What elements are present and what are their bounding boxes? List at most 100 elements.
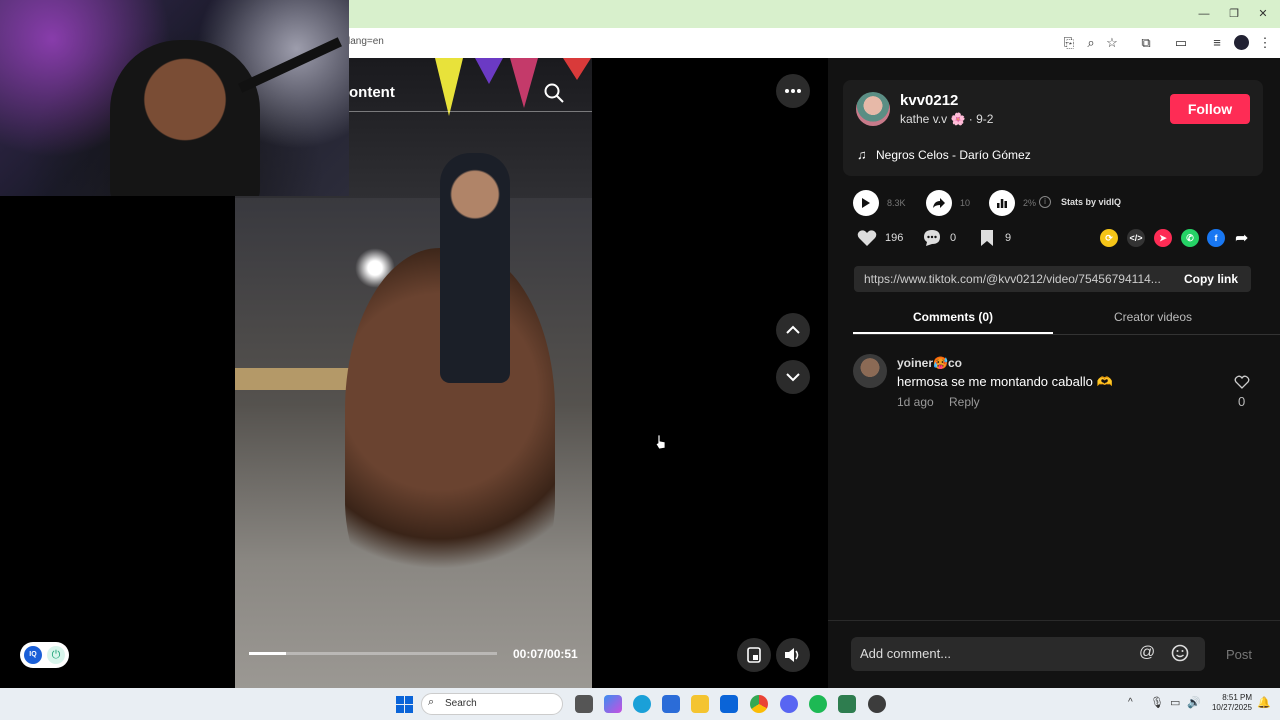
show-hidden-icons-chevron-icon[interactable]: ^	[1128, 697, 1133, 708]
taskbar-search-box[interactable]	[421, 693, 563, 715]
shares-stat	[926, 190, 952, 216]
spotify-icon[interactable]	[809, 695, 827, 713]
tab-comments[interactable]: Comments (0)	[853, 310, 1053, 324]
network-tray-icon[interactable]: ▭	[1170, 696, 1180, 709]
zoom-icon[interactable]: ⌕	[1082, 34, 1100, 52]
more-share-arrow-icon[interactable]: ➦	[1235, 228, 1248, 248]
bookmark-icon	[981, 230, 993, 246]
comment-like-heart-icon[interactable]	[1234, 374, 1250, 390]
windows-start-icon[interactable]	[396, 696, 413, 713]
vidiq-logo-icon: IQ	[24, 646, 42, 664]
search-bar-text[interactable]: ontent	[349, 84, 395, 101]
chrome-icon[interactable]	[750, 695, 768, 713]
notification-bell-icon[interactable]: 🔔	[1257, 696, 1271, 709]
bookmark-star-icon[interactable]: ☆	[1103, 34, 1121, 52]
vidiq-toggle[interactable]: IQ ⏻	[20, 642, 69, 668]
like-count: 196	[885, 232, 904, 244]
emoji-icon[interactable]	[1171, 644, 1189, 662]
clock-time: 8:51 PM	[1222, 693, 1252, 702]
views-count: 8.3K	[887, 198, 906, 208]
file-explorer-icon[interactable]	[691, 695, 709, 713]
comment-avatar[interactable]	[853, 354, 887, 388]
facebook-icon[interactable]: f	[1207, 229, 1225, 247]
share-arrow-icon	[933, 198, 945, 208]
engagement-value: 2%	[1023, 198, 1037, 208]
embed-code-icon[interactable]: </>	[1127, 229, 1145, 247]
author-username[interactable]: kvv0212	[900, 92, 958, 109]
next-video-button[interactable]	[776, 360, 810, 394]
mention-at-icon[interactable]: @	[1139, 644, 1155, 662]
whatsapp-icon[interactable]: ✆	[1181, 229, 1199, 247]
copilot-icon[interactable]	[604, 695, 622, 713]
mini-player-icon	[747, 647, 761, 663]
obs-icon[interactable]	[868, 695, 886, 713]
author-nickname: kathe v.v 🌸 · 9-2	[900, 112, 994, 126]
task-view-icon[interactable]	[575, 695, 593, 713]
taskbar-clock[interactable]: 8:51 PM 10/27/2025	[1210, 693, 1252, 713]
comment-username[interactable]: yoiner🥵co	[897, 356, 962, 370]
shares-count: 10	[960, 198, 971, 208]
excel-icon[interactable]	[838, 695, 856, 713]
url-text[interactable]: lang=en	[348, 36, 384, 47]
power-icon: ⏻	[47, 646, 65, 664]
post-button[interactable]: Post	[1226, 647, 1252, 662]
volume-tray-icon[interactable]: 🔊	[1187, 696, 1201, 709]
install-app-icon[interactable]: ⎘	[1060, 34, 1078, 52]
add-comment-placeholder[interactable]: Add comment...	[860, 646, 951, 661]
video-link-text[interactable]: https://www.tiktok.com/@kvv0212/video/75…	[864, 272, 1164, 286]
outlook-icon[interactable]	[720, 695, 738, 713]
active-tab-indicator	[853, 332, 1053, 334]
save-count: 9	[1005, 232, 1012, 244]
microphone-tray-icon[interactable]: 🎙	[1150, 696, 1164, 709]
extensions-icon[interactable]: ⧉	[1137, 34, 1155, 52]
video-progress-track[interactable]	[249, 652, 497, 655]
copy-link-button[interactable]: Copy link	[1170, 266, 1252, 292]
minimize-icon[interactable]: —	[1194, 6, 1214, 22]
comment-reply-button[interactable]: Reply	[949, 395, 980, 409]
close-icon[interactable]: ✕	[1253, 6, 1273, 22]
comment-like-count: 0	[1238, 394, 1246, 409]
video-progress-fill	[249, 652, 287, 655]
previous-video-button[interactable]	[776, 313, 810, 347]
send-to-friends-icon[interactable]: ➤	[1154, 229, 1172, 247]
more-dots-icon	[785, 89, 801, 93]
browser-menu-icon[interactable]: ⋮	[1256, 34, 1274, 52]
volume-button[interactable]	[776, 638, 810, 672]
taskbar-search-icon: ⌕	[428, 696, 435, 708]
music-note-icon: ♫	[857, 147, 867, 162]
volume-icon	[785, 648, 799, 662]
engagement-stat	[989, 190, 1015, 216]
views-stat	[853, 190, 879, 216]
info-icon[interactable]: i	[1039, 196, 1051, 208]
mini-player-button[interactable]	[737, 638, 771, 672]
cast-icon[interactable]: ▭	[1172, 34, 1190, 52]
search-icon[interactable]	[543, 82, 565, 104]
media-controls-icon[interactable]: ≡	[1208, 34, 1226, 52]
hand-cursor-icon	[655, 434, 666, 450]
author-avatar[interactable]	[856, 92, 890, 126]
comment-timestamp: 1d ago	[897, 395, 934, 409]
store-icon[interactable]	[662, 695, 680, 713]
taskbar-search-label[interactable]: Search	[445, 698, 477, 709]
heart-icon	[857, 230, 877, 246]
comment-button[interactable]	[922, 228, 942, 253]
chevron-up-icon	[786, 325, 800, 334]
edge-icon[interactable]	[633, 695, 651, 713]
follow-button[interactable]: Follow	[1170, 94, 1250, 124]
more-options-button[interactable]	[776, 74, 810, 108]
chevron-down-icon	[786, 373, 800, 382]
tab-creator-videos[interactable]: Creator videos	[1053, 310, 1253, 324]
like-button[interactable]	[857, 229, 877, 252]
bar-chart-icon	[997, 199, 1007, 208]
repost-icon[interactable]: ⟳	[1100, 229, 1118, 247]
save-button[interactable]	[979, 229, 995, 252]
stats-by-vidiq: Stats by vidIQ	[1061, 197, 1122, 207]
webcam-overlay	[0, 0, 349, 196]
profile-avatar-icon[interactable]	[1234, 35, 1249, 50]
composer-divider	[828, 620, 1280, 621]
restore-icon[interactable]: ❐	[1224, 6, 1244, 22]
music-title[interactable]: Negros Celos - Darío Gómez	[876, 148, 1031, 162]
video-time: 00:07/00:51	[513, 647, 578, 661]
discord-icon[interactable]	[780, 695, 798, 713]
comment-text: hermosa se me montando caballo 🫶	[897, 374, 1113, 389]
